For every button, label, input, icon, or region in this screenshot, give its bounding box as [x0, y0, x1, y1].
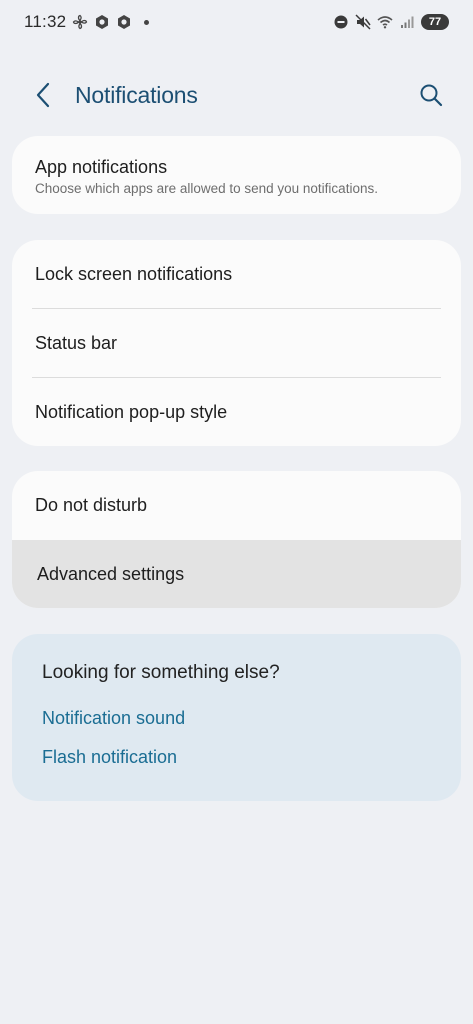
- looking-for-something-else-card: Looking for something else? Notification…: [12, 634, 461, 801]
- lock-screen-notifications-item[interactable]: Lock screen notifications: [12, 240, 461, 309]
- app-notifications-item[interactable]: App notifications Choose which apps are …: [12, 136, 461, 214]
- flash-notification-link[interactable]: Flash notification: [42, 747, 177, 768]
- notification-display-card: Lock screen notifications Status bar Not…: [12, 240, 461, 446]
- app-notifications-subtitle: Choose which apps are allowed to send yo…: [35, 181, 378, 196]
- status-time: 11:32: [24, 12, 67, 31]
- status-bar-right: 77: [333, 14, 449, 30]
- app-notifications-card: App notifications Choose which apps are …: [12, 136, 461, 214]
- do-not-disturb-icon: [333, 14, 349, 30]
- notification-popup-style-label: Notification pop-up style: [35, 402, 228, 422]
- wifi-icon: [377, 14, 393, 30]
- status-bar: 11:32 77: [0, 0, 473, 44]
- app-notifications-title: App notifications: [35, 157, 168, 177]
- notifications-settings-screen: 11:32 77 Notifications App notifications…: [0, 0, 473, 1024]
- notification-sound-link[interactable]: Notification sound: [42, 708, 185, 729]
- pinwheel-icon: [72, 14, 88, 30]
- chevron-left-icon: [35, 82, 51, 113]
- search-button[interactable]: [413, 79, 449, 115]
- suggestions-heading: Looking for something else?: [42, 662, 280, 683]
- search-icon: [419, 83, 443, 112]
- dnd-advanced-card: Do not disturb Advanced settings: [12, 471, 461, 608]
- notification-popup-style-item[interactable]: Notification pop-up style: [12, 378, 461, 446]
- status-bar-item[interactable]: Status bar: [12, 309, 461, 378]
- back-button[interactable]: [26, 79, 60, 115]
- mute-icon: [355, 14, 371, 30]
- battery-icon: 77: [421, 14, 449, 30]
- hexagon-app-icon: [116, 14, 132, 30]
- hexagon-app-icon: [94, 14, 110, 30]
- advanced-settings-label: Advanced settings: [37, 564, 185, 584]
- do-not-disturb-item[interactable]: Do not disturb: [12, 471, 461, 540]
- status-bar-label: Status bar: [35, 333, 118, 353]
- page-title: Notifications: [75, 82, 198, 108]
- status-bar-left: 11:32: [24, 12, 150, 32]
- notification-dot-icon: [144, 19, 150, 25]
- do-not-disturb-label: Do not disturb: [35, 495, 148, 515]
- lock-screen-notifications-label: Lock screen notifications: [35, 264, 233, 284]
- advanced-settings-item[interactable]: Advanced settings: [12, 540, 461, 608]
- signal-icon: [399, 14, 415, 30]
- app-header: Notifications: [0, 70, 473, 124]
